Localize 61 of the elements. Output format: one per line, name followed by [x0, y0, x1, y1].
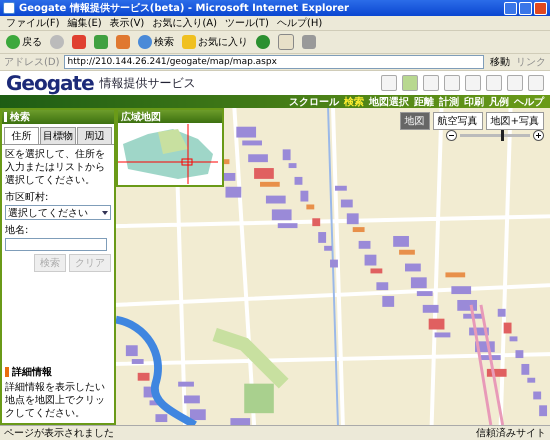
instruction-text: 区を選択して、住所を入力またはリストから選択してください。	[5, 148, 106, 187]
close-button[interactable]	[534, 2, 547, 14]
toolbar-button[interactable]: お気に入り	[180, 35, 250, 49]
toolbar-button[interactable]: 検索	[136, 35, 176, 49]
toolbar-button[interactable]	[254, 35, 272, 49]
tool-icon[interactable]	[423, 75, 439, 91]
tool-icon[interactable]	[465, 75, 481, 91]
address-field[interactable]: http://210.144.26.241/geogate/map/map.aspx	[64, 55, 484, 69]
search-tab[interactable]: 目標物	[40, 127, 76, 144]
city-select[interactable]: 選択してください	[5, 205, 111, 220]
toolbar-button[interactable]	[114, 35, 132, 49]
menu-item[interactable]: 表示(V)	[110, 16, 144, 30]
address-label: アドレス(D)	[4, 56, 60, 69]
toolbar-button[interactable]	[300, 35, 318, 49]
browser-icon	[3, 2, 15, 14]
overview-map-drawing[interactable]	[118, 123, 218, 185]
toolbar-button[interactable]	[92, 35, 110, 49]
overview-title: 広域地図	[121, 112, 161, 123]
place-label: 地名:	[5, 224, 30, 237]
tool-icon[interactable]	[486, 75, 502, 91]
panel-title: 検索	[10, 110, 30, 124]
place-input[interactable]	[5, 238, 107, 251]
minimize-button[interactable]	[504, 2, 517, 14]
menu-item[interactable]: ファイル(F)	[6, 16, 60, 30]
toolbar-button[interactable]	[276, 34, 296, 50]
map-drawing[interactable]	[116, 108, 550, 425]
tool-icon[interactable]	[381, 75, 397, 91]
city-label: 市区町村:	[5, 190, 50, 204]
go-button[interactable]: 移動	[488, 55, 512, 69]
map-view-tab[interactable]: 地図	[400, 112, 430, 130]
toolbar-button[interactable]: 戻る	[4, 35, 44, 49]
nav-link[interactable]: 検索	[344, 94, 364, 108]
details-title: 詳細情報	[12, 366, 52, 379]
tool-icon[interactable]	[402, 75, 418, 91]
restore-button[interactable]	[519, 2, 532, 14]
nav-link[interactable]: 印刷	[464, 94, 484, 108]
nav-link[interactable]: 距離	[414, 94, 434, 108]
window-title: Geogate 情報提供サービス(beta) - Microsoft Internet Explorer	[19, 2, 350, 15]
toolbar-button[interactable]	[70, 35, 88, 49]
nav-link[interactable]: 計測	[439, 94, 459, 108]
nav-link[interactable]: 凡例	[489, 94, 509, 108]
service-subtitle: 情報提供サービス	[100, 74, 196, 92]
nav-link[interactable]: スクロール	[289, 94, 339, 108]
tool-icon[interactable]	[444, 75, 460, 91]
map-view-tab[interactable]: 航空写真	[432, 112, 483, 130]
security-zone: 信頼済みサイト	[476, 426, 546, 440]
nav-link[interactable]: 地図選択	[369, 94, 409, 108]
menu-item[interactable]: ヘルプ(H)	[276, 16, 322, 30]
geogate-logo: Geogate	[6, 71, 94, 95]
zoom-thumb[interactable]	[501, 130, 504, 141]
menu-item[interactable]: お気に入り(A)	[152, 16, 217, 30]
search-tab[interactable]: 住所	[4, 127, 40, 144]
details-text: 詳細情報を表示したい地点を地図上でクリックしてください。	[5, 381, 106, 420]
toolbar-button[interactable]	[48, 35, 66, 49]
menu-item[interactable]: ツール(T)	[225, 16, 269, 30]
search-tab[interactable]: 周辺	[76, 127, 112, 144]
tool-icon[interactable]	[507, 75, 523, 91]
map-view-tab[interactable]: 地図+写真	[486, 112, 544, 130]
status-text: ページが表示されました	[4, 426, 114, 440]
tool-icon[interactable]	[528, 75, 544, 91]
menu-item[interactable]: 編集(E)	[68, 16, 102, 30]
